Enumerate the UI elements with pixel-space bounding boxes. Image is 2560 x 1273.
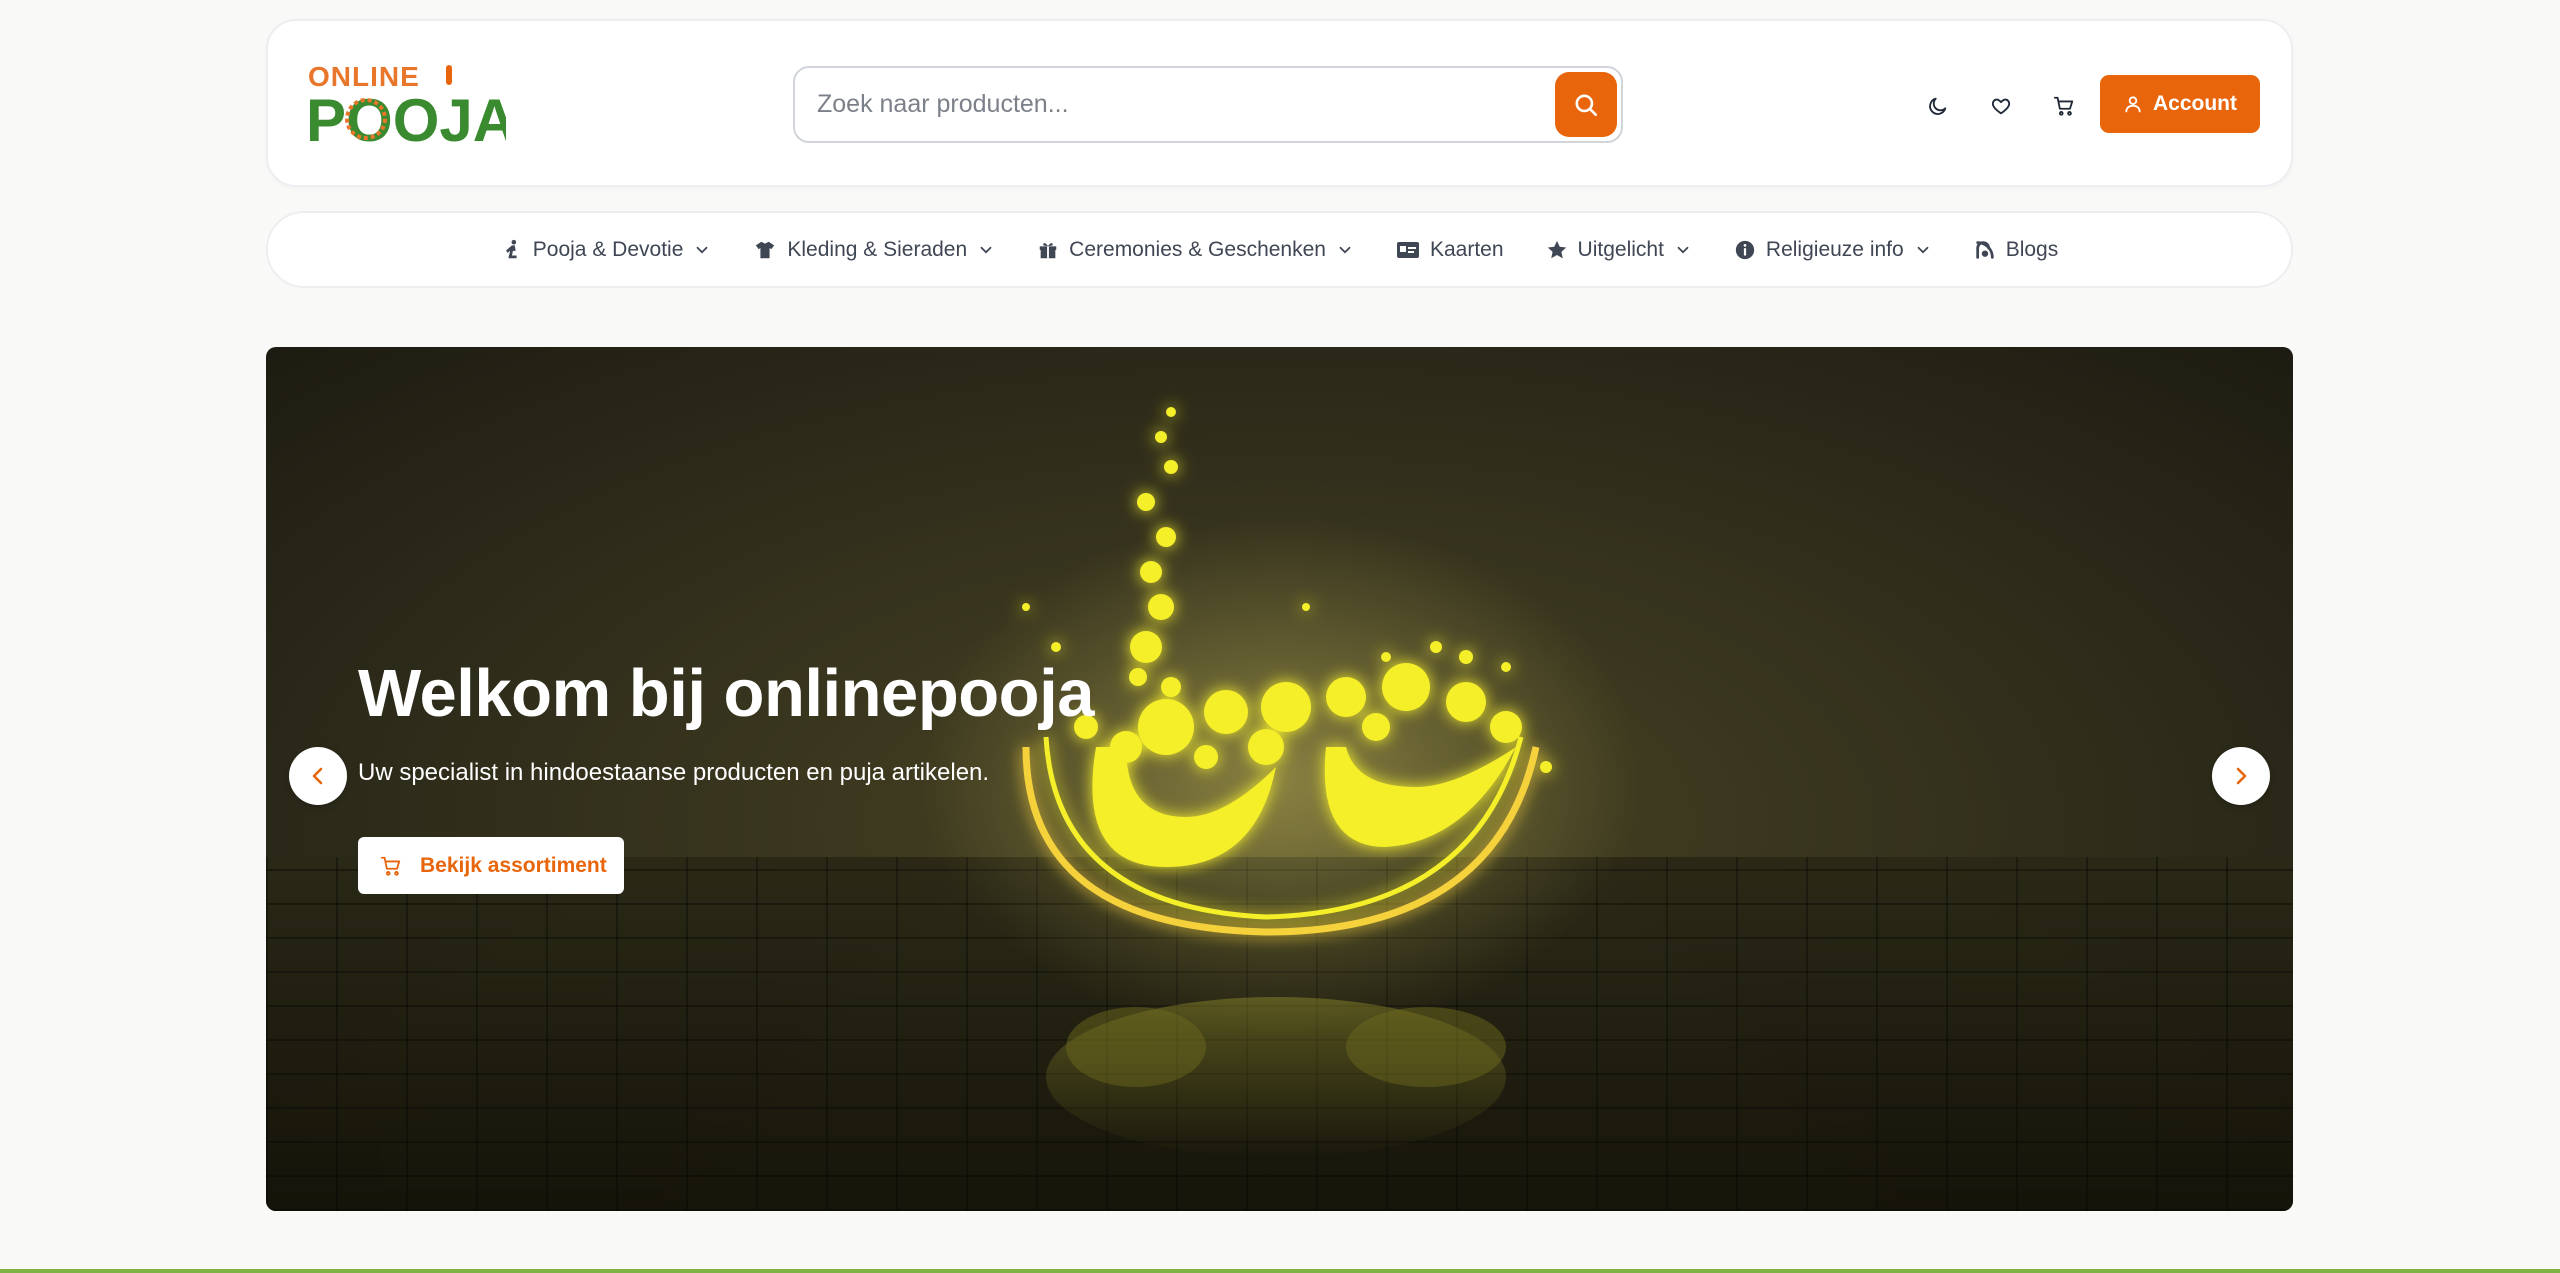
search-bar bbox=[793, 66, 1623, 143]
candle-icon bbox=[446, 65, 452, 85]
logo-line2: POOJA bbox=[306, 87, 506, 154]
site-header: ONLINE POOJA Account bbox=[266, 19, 2293, 187]
info-icon bbox=[1735, 240, 1755, 259]
chevron-left-icon bbox=[312, 767, 323, 785]
hero-subtitle: Uw specialist in hindoestaanse producten… bbox=[358, 759, 990, 786]
cart-icon bbox=[2053, 96, 2074, 116]
cta-label: Bekijk assortiment bbox=[420, 853, 607, 877]
shirt-icon bbox=[756, 241, 775, 258]
chevron-down-icon bbox=[696, 246, 708, 254]
nav-label: Ceremonies & Geschenken bbox=[1069, 237, 1326, 261]
nav-item-ceremonies-geschenken[interactable]: Ceremonies & Geschenken bbox=[1016, 238, 1375, 262]
search-icon bbox=[1575, 93, 1598, 116]
nav-item-religieuze-info[interactable]: Religieuze info bbox=[1713, 238, 1953, 262]
search-button[interactable] bbox=[1555, 72, 1617, 137]
cart-button[interactable] bbox=[2046, 88, 2082, 124]
heart-icon bbox=[1991, 98, 2011, 115]
chevron-down-icon bbox=[980, 246, 992, 254]
main-nav: Pooja & Devotie Kleding & Sieraden Cerem… bbox=[266, 211, 2293, 288]
search-input[interactable] bbox=[817, 68, 1517, 141]
nav-item-pooja-devotie[interactable]: Pooja & Devotie bbox=[480, 238, 733, 262]
nav-label: Kleding & Sieraden bbox=[787, 237, 968, 261]
hero-carousel: Welkom bij onlinepooja Uw specialist in … bbox=[266, 347, 2293, 1211]
nav-label: Kaarten bbox=[1429, 237, 1504, 261]
hero-title: Welkom bij onlinepooja bbox=[358, 656, 1094, 731]
nav-label: Blogs bbox=[2005, 237, 2059, 261]
nav-label: Pooja & Devotie bbox=[532, 237, 684, 261]
browse-assortment-button[interactable]: Bekijk assortiment bbox=[358, 837, 624, 894]
cart-icon bbox=[380, 856, 401, 876]
nav-item-uitgelicht[interactable]: Uitgelicht bbox=[1525, 238, 1713, 262]
site-logo[interactable]: ONLINE POOJA bbox=[306, 61, 516, 156]
nav-item-blogs[interactable]: Blogs bbox=[1953, 238, 2080, 262]
nav-label: Religieuze info bbox=[1765, 237, 1904, 261]
moon-icon bbox=[1929, 97, 1947, 115]
nav-item-kaarten[interactable]: Kaarten bbox=[1375, 238, 1525, 262]
carousel-prev-button[interactable] bbox=[289, 747, 347, 805]
chevron-down-icon bbox=[1677, 246, 1689, 254]
theme-toggle-button[interactable] bbox=[1920, 88, 1956, 124]
nav-item-kleding-sieraden[interactable]: Kleding & Sieraden bbox=[732, 238, 1016, 262]
nav-label: Uitgelicht bbox=[1577, 237, 1664, 261]
account-label: Account bbox=[2153, 92, 2237, 115]
wishlist-button[interactable] bbox=[1983, 88, 2019, 124]
chevron-down-icon bbox=[1339, 246, 1351, 254]
page-bottom-strip bbox=[0, 1269, 2560, 1273]
star-icon bbox=[1547, 240, 1566, 258]
card-icon bbox=[1396, 241, 1419, 258]
blog-icon bbox=[1975, 240, 1994, 259]
pray-icon bbox=[505, 239, 517, 258]
logo-graphic: ONLINE POOJA bbox=[306, 61, 516, 154]
chevron-down-icon bbox=[1917, 246, 1929, 254]
chevron-right-icon bbox=[2236, 767, 2247, 785]
carousel-next-button[interactable] bbox=[2212, 747, 2270, 805]
user-icon bbox=[2125, 96, 2141, 113]
account-button[interactable]: Account bbox=[2100, 75, 2260, 133]
gift-icon bbox=[1039, 242, 1057, 258]
